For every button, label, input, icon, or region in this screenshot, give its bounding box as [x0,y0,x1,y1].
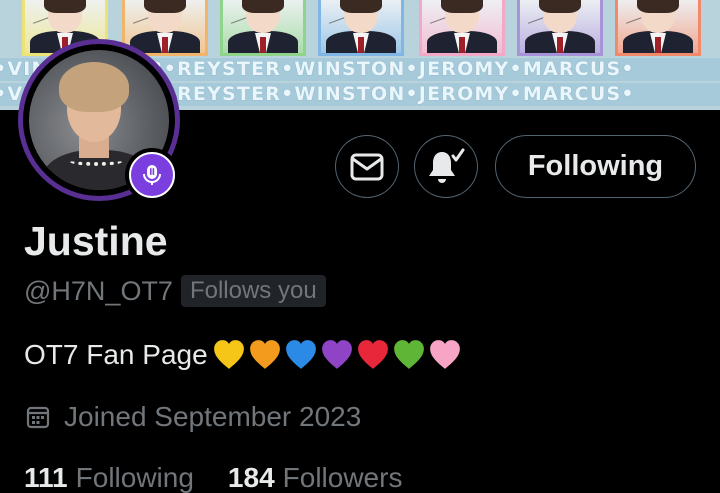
banner-photo-card [419,0,505,56]
followers-label: Followers [282,462,403,493]
following-count: 111 [24,462,68,493]
handle: @H7N_OT7 [24,275,173,306]
notifications-button[interactable] [414,135,478,198]
heart-emoji-icon [249,340,280,369]
follows-you-badge: Follows you [180,275,326,307]
following-button[interactable]: Following [495,135,696,198]
heart-emoji-icon [321,340,352,369]
banner-photo-card [517,0,603,56]
joined-date: Joined September 2023 [64,401,362,432]
bio-text: OT7 Fan Page [24,339,208,370]
banner-photo-card [220,0,306,56]
envelope-icon [350,153,384,180]
heart-emoji-icon [393,340,424,369]
calendar-icon [26,406,50,429]
following-stat[interactable]: 111 Following [24,462,194,493]
spaces-badge[interactable] [125,148,179,202]
heart-emoji-icon [213,340,244,369]
handle-row: @H7N_OT7 Follows you [24,275,326,307]
message-button[interactable] [335,135,399,198]
bio-hearts [212,338,464,372]
bio: OT7 Fan Page [24,338,464,372]
following-label: Following [75,462,194,493]
heart-emoji-icon [357,340,388,369]
display-name: Justine [24,218,168,264]
followers-stat[interactable]: 184 Followers [228,462,403,493]
joined-row: Joined September 2023 [26,401,361,433]
bell-check-icon [429,148,465,183]
followers-count: 184 [227,462,275,493]
follow-stats: 111 Following 184 Followers [24,462,402,493]
banner-photo-card [318,0,404,56]
banner-photo-card [615,0,701,56]
heart-emoji-icon [429,340,460,369]
microphone-icon [143,165,161,185]
heart-emoji-icon [285,340,316,369]
